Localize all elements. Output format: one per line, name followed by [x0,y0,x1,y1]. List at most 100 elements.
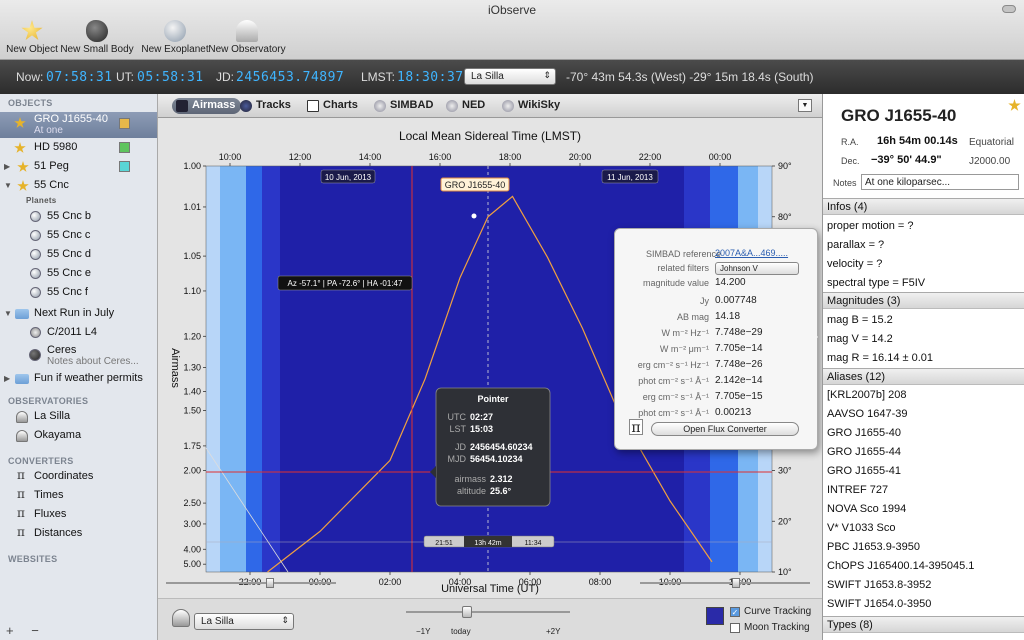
tab-airmass[interactable]: Airmass [172,98,242,114]
infos-header[interactable]: Infos (4) [823,198,1024,215]
info-row: velocity = ? [827,258,883,270]
pi-icon: π [17,487,25,501]
sidebar-item-distances[interactable]: π Distances [0,525,157,543]
left-zoom-slider-thumb[interactable] [266,578,274,588]
sidebar-item-planet[interactable]: 55 Cnc b [0,208,157,226]
color-swatch[interactable] [119,161,130,172]
sidebar-item-planet[interactable]: 55 Cnc e [0,265,157,283]
star-icon [14,142,26,153]
right-zoom-slider-track[interactable] [640,582,810,584]
top-tick-label: 20:00 [569,152,592,162]
left-tick-label: 1.40 [183,386,201,396]
top-tick-label: 12:00 [289,152,312,162]
bottom-tick-label: 08:00 [589,577,612,587]
filter-select[interactable]: Johnson V [715,262,799,275]
top-tick-label: 10:00 [219,152,242,162]
sidebar-item-fun[interactable]: ▶ Fun if weather permits [0,370,157,388]
types-header[interactable]: Types (8) [823,616,1024,633]
magnitude-value: 14.200 [715,277,746,288]
favorite-star-icon[interactable] [1008,99,1021,111]
simbad-ref-link[interactable]: 2007A&A...469..... [715,248,788,258]
sidebar-item-55-cnc[interactable]: ▼ 55 Cnc [0,177,157,195]
new-observatory-button[interactable]: New Observatory [207,20,287,55]
date-slider-track[interactable] [406,611,570,613]
tab-bar: Airmass Tracks Charts SIMBAD NED WikiSky… [158,94,822,118]
tab-ned[interactable]: NED [442,98,491,114]
sidebar-item-c2011[interactable]: C/2011 L4 [0,324,157,342]
star-icon [17,161,29,172]
aliases-header[interactable]: Aliases (12) [823,368,1024,385]
disclosure-triangle-icon[interactable]: ▼ [4,309,12,318]
tab-menu-button[interactable]: ▼ [798,99,812,112]
curve-tracking-checkbox[interactable]: ✓ [730,607,740,617]
right-zoom-slider-thumb[interactable] [732,578,740,588]
date-label-right: 11 Jun, 2013 [601,169,659,184]
slider-min-label: −1Y [416,627,431,636]
left-zoom-slider-track[interactable] [166,582,336,584]
color-swatch[interactable] [119,118,130,129]
observatory-icon [16,411,28,423]
bottom-site-select[interactable]: La Silla [194,613,294,630]
object-title: GRO J1655-40 [841,106,957,125]
disclosure-triangle-icon[interactable]: ▶ [4,374,10,383]
color-swatch[interactable] [119,142,130,153]
sidebar-item-la-silla[interactable]: La Silla [0,408,157,426]
pi-icon: π [17,506,25,520]
sidebar-item-gro-j1655[interactable]: GRO J1655-40 At one [0,112,157,138]
sidebar-item-ceres[interactable]: Ceres Notes about Ceres... [0,343,157,369]
flux-unit-label: erg cm⁻² s⁻¹ Hz⁻¹ [637,360,709,370]
moon-tracking-label: Moon Tracking [744,622,810,633]
tab-wikisky[interactable]: WikiSky [498,98,566,114]
right-tick-label: 80° [778,212,792,222]
sidebar-item-okayama[interactable]: Okayama [0,427,157,445]
planet-icon [30,249,41,260]
sidebar-item-hd5980[interactable]: HD 5980 [0,139,157,157]
tab-tracks[interactable]: Tracks [236,98,297,114]
disclosure-triangle-icon[interactable]: ▼ [4,181,12,190]
new-small-body-button[interactable]: New Small Body [57,20,137,55]
sidebar-item-51-peg[interactable]: ▶ 51 Peg [0,158,157,176]
sidebar-item-fluxes[interactable]: π Fluxes [0,506,157,524]
simbad-ref-label: SIMBAD reference [645,249,721,259]
svg-text:JD: JD [455,442,467,452]
x-axis-label: Universal Time (UT) [441,583,539,595]
moon-tracking-checkbox[interactable] [730,623,740,633]
tab-charts[interactable]: Charts [303,98,364,114]
notes-field[interactable]: At one kiloparsec... [861,174,1019,190]
magnitude-label: magnitude value [642,278,709,288]
left-tick-label: 1.75 [183,441,201,451]
sidebar-footer: + − [6,623,39,638]
left-tick-label: 2.50 [183,498,201,508]
sidebar-item-planet[interactable]: 55 Cnc c [0,227,157,245]
asteroid-icon [86,20,108,42]
star-icon [14,117,26,128]
bottom-controls: La Silla −1Y today +2Y ✓ Curve Tracking … [158,598,822,640]
svg-text:56454.10234: 56454.10234 [470,454,523,464]
sidebar-item-planet[interactable]: 55 Cnc d [0,246,157,264]
remove-button[interactable]: − [31,623,39,638]
site-select[interactable]: La Silla [464,68,556,85]
magnitudes-header[interactable]: Magnitudes (3) [823,292,1024,309]
toolbar-toggle-button[interactable] [1002,5,1016,13]
svg-text:GRO J1655-40: GRO J1655-40 [445,180,506,190]
chart-title: Local Mean Sidereal Time (LMST) [399,129,581,143]
date-slider-thumb[interactable] [462,606,472,618]
sidebar-item-planet[interactable]: 55 Cnc f [0,284,157,302]
tab-simbad[interactable]: SIMBAD [370,98,439,114]
sidebar-item-coordinates[interactable]: π Coordinates [0,468,157,486]
object-label[interactable]: GRO J1655-40 [440,177,510,192]
flux-unit-label: W m⁻² Hz⁻¹ [661,328,710,338]
alias-row: AAVSO 1647-39 [827,408,908,420]
alias-row: SWIFT J1654.0-3950 [827,598,932,610]
open-flux-converter-button[interactable]: Open Flux Converter [651,422,799,436]
new-exoplanet-button[interactable]: New Exoplanet [135,20,215,55]
ra-label: R.A. [841,137,859,147]
add-button[interactable]: + [6,623,14,638]
now-label: Now: [16,70,44,84]
flux-value: 7.705e−15 [715,391,763,402]
svg-text:15:03: 15:03 [470,424,493,434]
jd-label: JD: [216,70,234,84]
sidebar-item-times[interactable]: π Times [0,487,157,505]
sidebar-item-next-run[interactable]: ▼ Next Run in July [0,305,157,323]
disclosure-triangle-icon[interactable]: ▶ [4,162,10,171]
